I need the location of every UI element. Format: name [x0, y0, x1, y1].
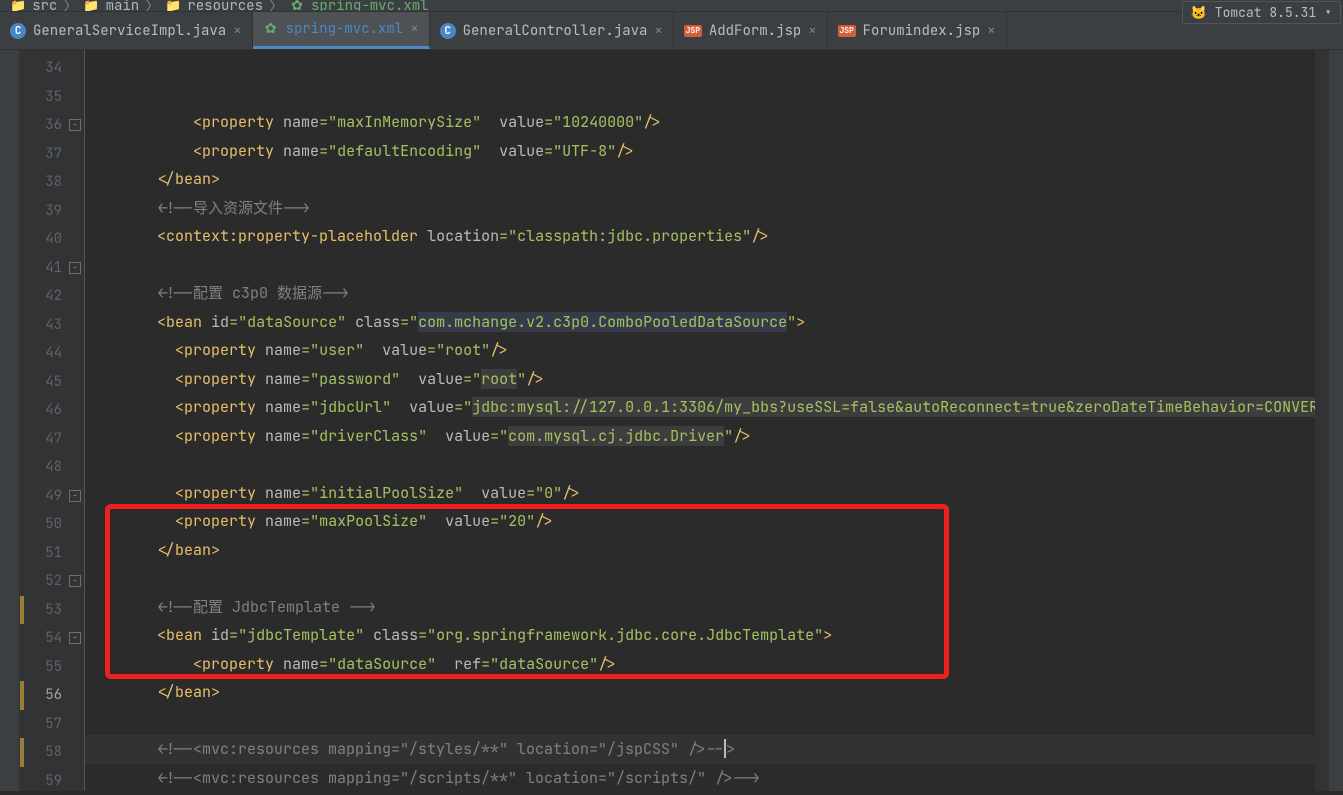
left-tool-window-bar[interactable] [0, 50, 20, 791]
tomcat-icon: 🐱 [1191, 4, 1207, 12]
xml-file-icon: ✿ [263, 21, 279, 37]
tab-spring-mvc-xml[interactable]: ✿ spring-mvc.xml × [253, 12, 430, 49]
vertical-scrollbar[interactable] [1329, 50, 1343, 791]
chevron-down-icon: ▾ [1324, 4, 1332, 12]
editor-tabs: C GeneralServiceImpl.java × ✿ spring-mvc… [0, 12, 1343, 50]
jsp-file-icon: JSP [684, 25, 702, 37]
code-editor[interactable]: <property name="maxInMemorySize" value="… [85, 50, 1315, 791]
error-stripe[interactable] [1315, 50, 1329, 791]
tab-label: AddForm.jsp [709, 22, 801, 40]
run-config-label: Tomcat 8.5.31 [1215, 4, 1316, 12]
jsp-file-icon: JSP [838, 25, 856, 37]
folder-icon: 📁 [10, 0, 26, 12]
tab-label: GeneralServiceImpl.java [33, 22, 226, 40]
tab-general-service-impl[interactable]: C GeneralServiceImpl.java × [0, 12, 253, 49]
java-class-icon: C [10, 23, 26, 39]
close-icon[interactable]: × [233, 22, 241, 40]
close-icon[interactable]: × [654, 22, 662, 40]
breadcrumb-item[interactable]: resources [187, 0, 263, 12]
close-icon[interactable]: × [410, 20, 418, 38]
chevron-right-icon: 〉 [63, 0, 77, 12]
tab-forum-index-jsp[interactable]: JSP Forumindex.jsp × [828, 12, 1007, 49]
tab-general-controller[interactable]: C GeneralController.java × [430, 12, 674, 49]
close-icon[interactable]: × [808, 22, 816, 40]
xml-file-icon: ✿ [289, 0, 305, 12]
line-number-gutter[interactable]: 343536−3738394041−4243444546474849−50515… [20, 50, 85, 791]
chevron-right-icon: 〉 [145, 0, 159, 12]
breadcrumb-item[interactable]: src [32, 0, 57, 12]
breadcrumb: 📁 src 〉 📁 main 〉 📁 resources 〉 ✿ spring-… [0, 0, 1343, 12]
tab-label: GeneralController.java [463, 22, 648, 40]
folder-icon: 📁 [165, 0, 181, 12]
tab-label: Forumindex.jsp [863, 22, 981, 40]
tab-add-form-jsp[interactable]: JSP AddForm.jsp × [674, 12, 828, 49]
breadcrumb-item[interactable]: main [106, 0, 140, 12]
close-icon[interactable]: × [987, 22, 995, 40]
tab-label: spring-mvc.xml [286, 20, 404, 38]
run-config-selector[interactable]: 🐱 Tomcat 8.5.31 ▾ [1182, 1, 1341, 12]
folder-icon: 📁 [83, 0, 99, 12]
chevron-right-icon: 〉 [269, 0, 283, 12]
java-class-icon: C [440, 23, 456, 39]
breadcrumb-item[interactable]: spring-mvc.xml [311, 0, 429, 12]
